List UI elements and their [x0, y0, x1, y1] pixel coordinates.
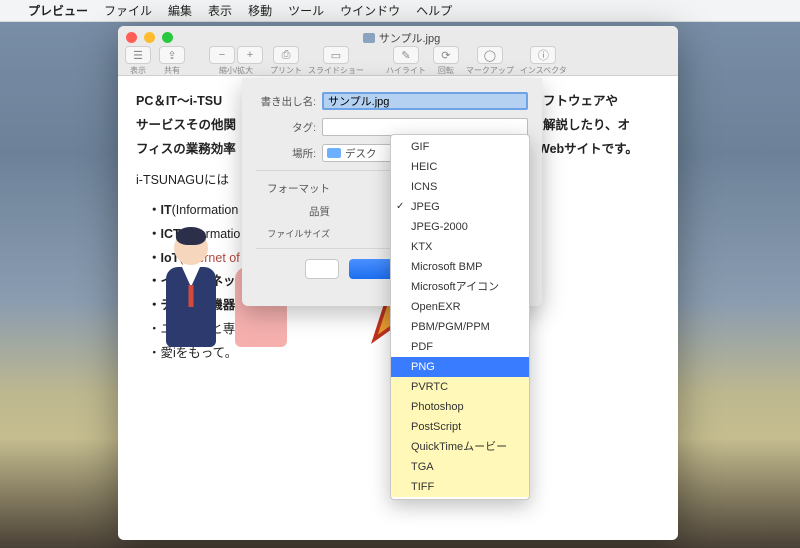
toolbar-共有-icon[interactable]: ⇪ — [159, 46, 185, 64]
format-option-jpeg-2000[interactable]: JPEG-2000 — [391, 217, 529, 237]
close-icon[interactable] — [126, 32, 137, 43]
toolbar: ☰表示 ⇪共有 −+縮小/拡大 ⎙プリント ▭スライドショー ✎ハイライト ⟳回転 ◯マークア… — [118, 47, 678, 75]
format-option-pbm/pgm/ppm[interactable]: PBM/PGM/PPM — [391, 317, 529, 337]
format-option-tga[interactable]: TGA — [391, 457, 529, 477]
format-option-icns[interactable]: ICNS — [391, 177, 529, 197]
export-name-input[interactable] — [322, 92, 528, 110]
tag-label: タグ: — [256, 120, 322, 135]
format-option-heic[interactable]: HEIC — [391, 157, 529, 177]
app-menu[interactable]: プレビュー — [28, 2, 88, 19]
location-label: 場所: — [256, 146, 322, 161]
format-option-quicktimeムービー[interactable]: QuickTimeムービー — [391, 437, 529, 457]
cancel-button[interactable] — [305, 259, 339, 279]
doc-text: サービスその他関 — [136, 118, 236, 132]
format-option-tiff[interactable]: TIFF — [391, 477, 529, 497]
format-option-postscript[interactable]: PostScript — [391, 417, 529, 437]
toolbar-label: 表示 — [130, 65, 146, 76]
titlebar: サンプル.jpg ☰表示 ⇪共有 −+縮小/拡大 ⎙プリント ▭スライドショー ✎ハイライ… — [118, 26, 678, 76]
location-value: デスク — [345, 146, 377, 161]
window-title: サンプル.jpg — [173, 30, 630, 46]
menu-help[interactable]: ヘルプ — [416, 2, 452, 19]
toolbar-プリント-icon[interactable]: ⎙ — [273, 46, 299, 64]
toolbar-label: プリント — [270, 65, 302, 76]
toolbar-スライドショー-icon[interactable]: ▭ — [323, 46, 349, 64]
format-option-openexr[interactable]: OpenEXR — [391, 297, 529, 317]
menu-view[interactable]: 表示 — [208, 2, 232, 19]
doc-text: Webサイトです。 — [538, 142, 638, 156]
folder-icon — [327, 148, 341, 158]
menubar: プレビュー ファイル 編集 表示 移動 ツール ウインドウ ヘルプ — [0, 0, 800, 22]
quality-label: 品質 — [256, 204, 336, 219]
format-option-photoshop[interactable]: Photoshop — [391, 397, 529, 417]
toolbar-インスペクタ-icon[interactable]: ⓘ — [530, 46, 556, 64]
format-option-pdf[interactable]: PDF — [391, 337, 529, 357]
toolbar-label: 共有 — [164, 65, 180, 76]
toolbar-回転-icon[interactable]: ⟳ — [433, 46, 459, 64]
export-name-label: 書き出し名: — [256, 94, 322, 109]
toolbar-縮小/拡大-icon[interactable]: + — [237, 46, 263, 64]
toolbar-label: スライドショー — [308, 65, 364, 76]
menu-edit[interactable]: 編集 — [168, 2, 192, 19]
toolbar-label: 縮小/拡大 — [219, 65, 253, 76]
format-dropdown: GIFHEICICNSJPEGJPEG-2000KTXMicrosoft BMP… — [390, 134, 530, 500]
format-option-pvrtc[interactable]: PVRTC — [391, 377, 529, 397]
toolbar-縮小/拡大-icon[interactable]: − — [209, 46, 235, 64]
zoom-icon[interactable] — [162, 32, 173, 43]
toolbar-ハイライト-icon[interactable]: ✎ — [393, 46, 419, 64]
format-option-microsoftアイコン[interactable]: Microsoftアイコン — [391, 277, 529, 297]
toolbar-マークアップ-icon[interactable]: ◯ — [477, 46, 503, 64]
format-option-png[interactable]: PNG — [391, 357, 529, 377]
format-label: フォーマット — [256, 181, 336, 196]
doc-text: フィスの業務効率 — [136, 142, 236, 156]
filesize-label: ファイルサイズ — [256, 227, 336, 240]
minimize-icon[interactable] — [144, 32, 155, 43]
menu-go[interactable]: 移動 — [248, 2, 272, 19]
doc-thumb-icon — [363, 33, 375, 43]
traffic-lights — [126, 32, 173, 43]
toolbar-label: ハイライト — [386, 65, 426, 76]
format-option-jpeg[interactable]: JPEG — [391, 197, 529, 217]
menu-file[interactable]: ファイル — [104, 2, 152, 19]
window-title-text: サンプル.jpg — [379, 30, 440, 46]
menu-window[interactable]: ウインドウ — [340, 2, 400, 19]
format-option-microsoft bmp[interactable]: Microsoft BMP — [391, 257, 529, 277]
toolbar-label: インスペクタ — [520, 65, 567, 76]
format-option-ktx[interactable]: KTX — [391, 237, 529, 257]
doc-text: PC＆IT～i-TSU — [136, 94, 222, 108]
toolbar-表示-icon[interactable]: ☰ — [125, 46, 151, 64]
menu-tools[interactable]: ツール — [288, 2, 324, 19]
toolbar-label: マークアップ — [466, 65, 514, 76]
format-option-gif[interactable]: GIF — [391, 137, 529, 157]
toolbar-label: 回転 — [438, 65, 454, 76]
